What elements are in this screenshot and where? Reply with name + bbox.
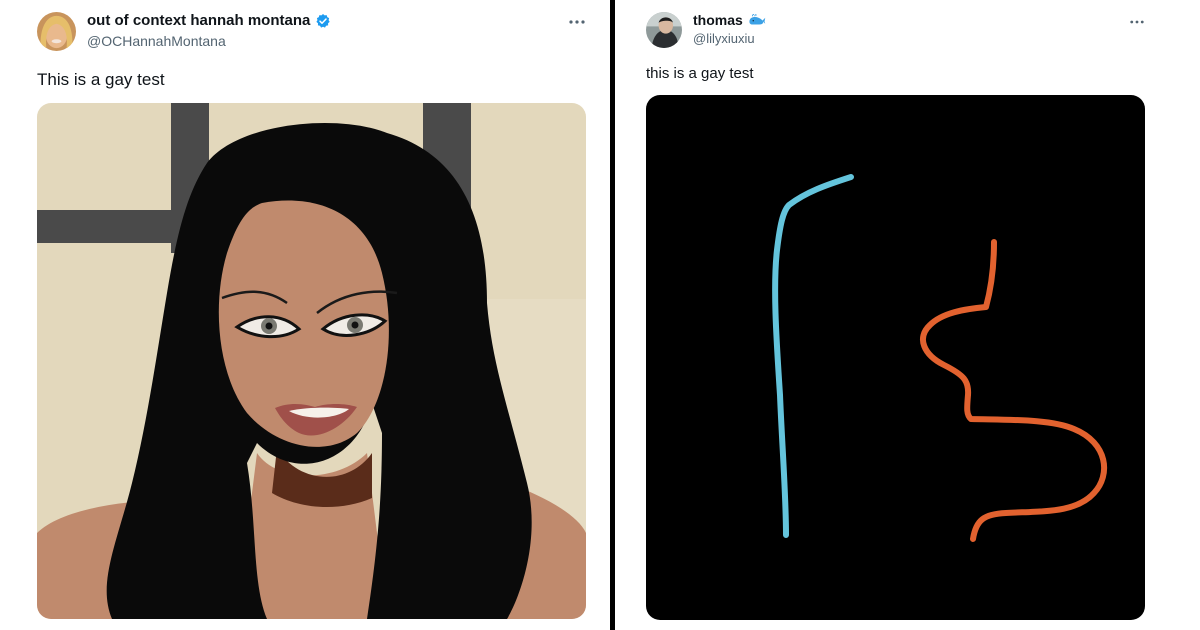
avatar[interactable] bbox=[37, 12, 76, 51]
author-display-name[interactable]: out of context hannah montana bbox=[87, 12, 310, 29]
author-handle[interactable]: @OCHannahMontana bbox=[87, 33, 226, 49]
author-handle[interactable]: @lilyxiuxiu bbox=[693, 31, 755, 46]
tweet-text: This is a gay test bbox=[37, 70, 165, 89]
tweet-media-image[interactable] bbox=[646, 95, 1145, 620]
author-name-row: thomas bbox=[693, 12, 766, 28]
tweet-card-right: thomas @lilyxiuxiu this is a gay test bbox=[615, 0, 1200, 630]
tweet-text: this is a gay test bbox=[646, 65, 754, 82]
more-options-icon[interactable] bbox=[562, 12, 592, 32]
tweet-media-image[interactable] bbox=[37, 103, 586, 619]
author-name-row: out of context hannah montana bbox=[87, 12, 331, 29]
whale-emoji-icon bbox=[748, 13, 766, 27]
avatar[interactable] bbox=[646, 12, 682, 48]
verified-badge-icon bbox=[315, 13, 331, 29]
tweet-card-left: out of context hannah montana @OCHannahM… bbox=[0, 0, 610, 630]
author-display-name[interactable]: thomas bbox=[693, 12, 743, 28]
more-options-icon[interactable] bbox=[1122, 12, 1152, 32]
